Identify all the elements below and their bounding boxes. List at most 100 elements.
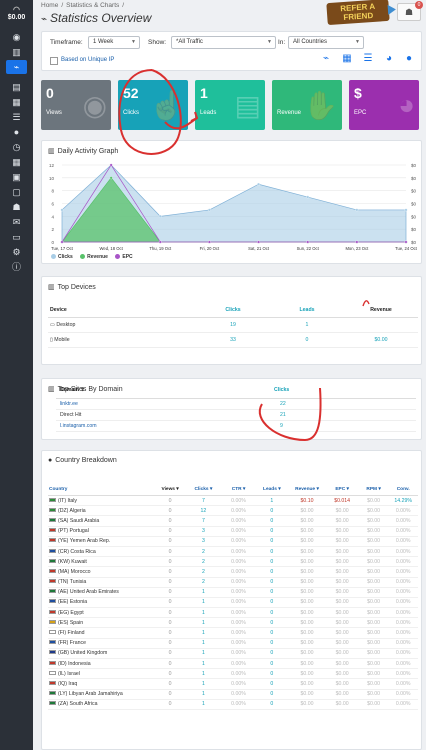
- table-header: Domain ⇕ Clicks: [56, 382, 416, 399]
- pie-view-icon[interactable]: ◕: [383, 53, 395, 65]
- table-row[interactable]: (SA) Saudi Arabia 0 7 0.00% 0 $0.00 $0.00 $0.00…: [48, 515, 418, 527]
- stat-tile-clicks[interactable]: 52 Clicks ☝: [118, 80, 188, 130]
- breadcrumb-stats[interactable]: Statistics & Charts: [66, 2, 119, 9]
- table-cell: 0.00%: [221, 638, 256, 649]
- column-header: Clicks: [272, 382, 416, 399]
- table-cell: 1: [184, 689, 222, 700]
- table-row[interactable]: ▯ Mobile 33 0 $0.00: [48, 332, 418, 348]
- column-header: Domain ⇕: [56, 382, 272, 399]
- table-cell: (LY) Libyan Arab Jamahiriya: [48, 689, 156, 700]
- table-row[interactable]: ▭ Desktop 19 1: [48, 317, 418, 333]
- data-point-epc: [306, 240, 310, 244]
- table-row[interactable]: (IT) Italy 0 7 0.00% 1 $0.10 $0.014 $0.00 14.29%: [48, 495, 418, 507]
- breadcrumb-home[interactable]: Home: [41, 2, 58, 9]
- legend-epc[interactable]: EPC: [115, 254, 133, 260]
- table-row[interactable]: (DZ) Algeria 0 12 0.00% 0 $0.00 $0.00 $0.00 0.00…: [48, 505, 418, 517]
- unique-ip-checkbox[interactable]: [50, 57, 58, 65]
- table-row[interactable]: (AE) United Arab Emirates 0 1 0.00% 0 $0.00 $0…: [48, 587, 418, 598]
- show-select[interactable]: *All Traffic ▼: [171, 36, 276, 49]
- globe-icon[interactable]: ●: [6, 125, 27, 139]
- table-row[interactable]: (KW) Kuwait 0 2 0.00% 0 $0.00 $0.00 $0.00 0.00%: [48, 556, 418, 568]
- table-cell: 0: [255, 587, 289, 598]
- table-row[interactable]: (TN) Tunisia 0 2 0.00% 0 $0.00 $0.00 $0.00 0.00%: [48, 577, 418, 588]
- table-cell: 0.00%: [388, 658, 418, 670]
- table-row[interactable]: (LY) Libyan Arab Jamahiriya 0 1 0.00% 0 $0.00…: [48, 689, 418, 700]
- table-row[interactable]: (YE) Yemen Arab Rep. 0 3 0.00% 0 $0.00 $0.00 $0…: [48, 536, 418, 547]
- statistics-icon[interactable]: ▥: [6, 45, 27, 59]
- table-row[interactable]: (IL) Israel 0 1 0.00% 0 $0.00 $0.00 $0.00 0.00%: [48, 668, 418, 680]
- table-row[interactable]: Direct Hit 21: [56, 409, 416, 421]
- gear-icon[interactable]: ⚙: [6, 245, 27, 259]
- table-cell: 0.00%: [388, 515, 418, 527]
- stat-tile-views[interactable]: 0 Views ◉: [41, 80, 111, 130]
- list-icon[interactable]: ☰: [6, 110, 27, 124]
- list-view-icon[interactable]: ☰: [362, 53, 374, 65]
- table-row[interactable]: (ID) Indonesia 0 1 0.00% 0 $0.00 $0.00 $0.00 0.0…: [48, 658, 418, 670]
- table-cell: 0: [155, 689, 185, 700]
- table-row[interactable]: l.instagram.com 9: [56, 420, 416, 432]
- stat-tile-revenue[interactable]: Revenue ✋: [272, 80, 342, 130]
- stat-tile-value: 52: [123, 85, 139, 101]
- stat-tile-leads[interactable]: 1 Leads ▤: [195, 80, 265, 130]
- refer-friend-banner[interactable]: REFER A FRIEND: [326, 0, 397, 26]
- table-cell: 0: [255, 546, 289, 558]
- table-cell: 0: [255, 678, 289, 690]
- column-header: Revenue ▾: [288, 484, 326, 496]
- data-point-epc: [355, 240, 359, 244]
- table-cell: 0.00%: [388, 678, 418, 690]
- country-select[interactable]: All Countries ▼: [288, 36, 364, 49]
- legend-clicks[interactable]: Clicks: [51, 254, 73, 260]
- table-row[interactable]: (ES) Spain 0 1 0.00% 0 $0.00 $0.00 $0.00 0.00%: [48, 617, 418, 629]
- table-cell: 1: [184, 648, 222, 660]
- balance-display[interactable]: ◠ $0.00: [0, 6, 33, 22]
- overview-icon[interactable]: ⌁: [6, 60, 27, 74]
- grid-icon[interactable]: ▦: [6, 155, 27, 169]
- y2-tick-label: $0: [411, 214, 417, 219]
- table-view-icon[interactable]: ▦: [341, 53, 353, 65]
- table-row[interactable]: (FR) France 0 1 0.00% 0 $0.00 $0.00 $0.00 0.00%: [48, 638, 418, 649]
- globe-view-icon[interactable]: ●: [403, 53, 415, 65]
- timeframe-label: Timeframe:: [50, 39, 83, 46]
- table-cell: 0: [270, 332, 344, 348]
- table-row[interactable]: (EG) Egypt 0 1 0.00% 0 $0.00 $0.00 $0.00 0.00%: [48, 607, 418, 619]
- data-point-epc: [158, 240, 162, 244]
- table-cell: $0.00: [288, 536, 326, 547]
- table-cell: $0.00: [358, 668, 389, 680]
- table-row[interactable]: (EE) Estonia 0 1 0.00% 0 $0.00 $0.00 $0.00 0.00%: [48, 597, 418, 609]
- table-cell: (FR) France: [48, 638, 156, 649]
- table-cell: 0.00%: [221, 505, 256, 517]
- data-point-epc: [109, 163, 113, 167]
- users-icon[interactable]: ☗: [6, 200, 27, 214]
- table-cell: $0.00: [344, 332, 418, 348]
- id-card-icon[interactable]: ▭: [6, 230, 27, 244]
- table-row[interactable]: (MA) Morocco 0 2 0.00% 0 $0.00 $0.00 $0.00 0.00%: [48, 566, 418, 578]
- table-cell: $0.00: [325, 566, 359, 578]
- legend-revenue[interactable]: Revenue: [80, 254, 108, 260]
- table-cell: $0.00: [288, 617, 326, 629]
- stat-tile-epc[interactable]: $ EPC ◕: [349, 80, 419, 130]
- line-chart-view-icon[interactable]: ⌁: [320, 53, 332, 65]
- table-cell: (SA) Saudi Arabia: [48, 515, 156, 527]
- column-header: Leads ▾: [255, 484, 289, 496]
- table-row[interactable]: (ZA) South Africa 0 1 0.00% 0 $0.00 $0.00 $0.00…: [48, 699, 418, 710]
- calculator-icon[interactable]: ▣: [6, 170, 27, 184]
- y2-tick-label: $0: [411, 163, 417, 168]
- table-row[interactable]: (IQ) Iraq 0 1 0.00% 0 $0.00 $0.00 $0.00 0.00%: [48, 678, 418, 690]
- table-row[interactable]: (FI) Finland 0 1 0.00% 0 $0.00 $0.00 $0.00 0.00%: [48, 627, 418, 639]
- table-row[interactable]: linktr.ee 22: [56, 398, 416, 410]
- table-cell: 0.00%: [388, 597, 418, 609]
- column-header: Conv.: [388, 484, 418, 496]
- document-icon[interactable]: ▢: [6, 185, 27, 199]
- timeframe-select[interactable]: 1 Week ▼: [88, 36, 140, 49]
- message-icon[interactable]: ✉: [6, 215, 27, 229]
- user-menu-button[interactable]: ☗ 0: [397, 1, 423, 21]
- table-row[interactable]: (CR) Costa Rica 0 2 0.00% 0 $0.00 $0.00 $0.00 0.…: [48, 546, 418, 558]
- dashboard-icon[interactable]: ◉: [6, 30, 27, 44]
- clock-icon[interactable]: ◷: [6, 140, 27, 154]
- rows-icon[interactable]: ▤: [6, 80, 27, 94]
- table-icon[interactable]: ▦: [6, 95, 27, 109]
- table-row[interactable]: (GB) United Kingdom 0 1 0.00% 0 $0.00 $0.00 $0.…: [48, 648, 418, 660]
- info-icon[interactable]: ⓘ: [6, 260, 27, 274]
- table-cell: $0.00: [288, 668, 326, 680]
- table-row[interactable]: (PT) Portugal 0 3 0.00% 0 $0.00 $0.00 $0.00 0.00…: [48, 526, 418, 537]
